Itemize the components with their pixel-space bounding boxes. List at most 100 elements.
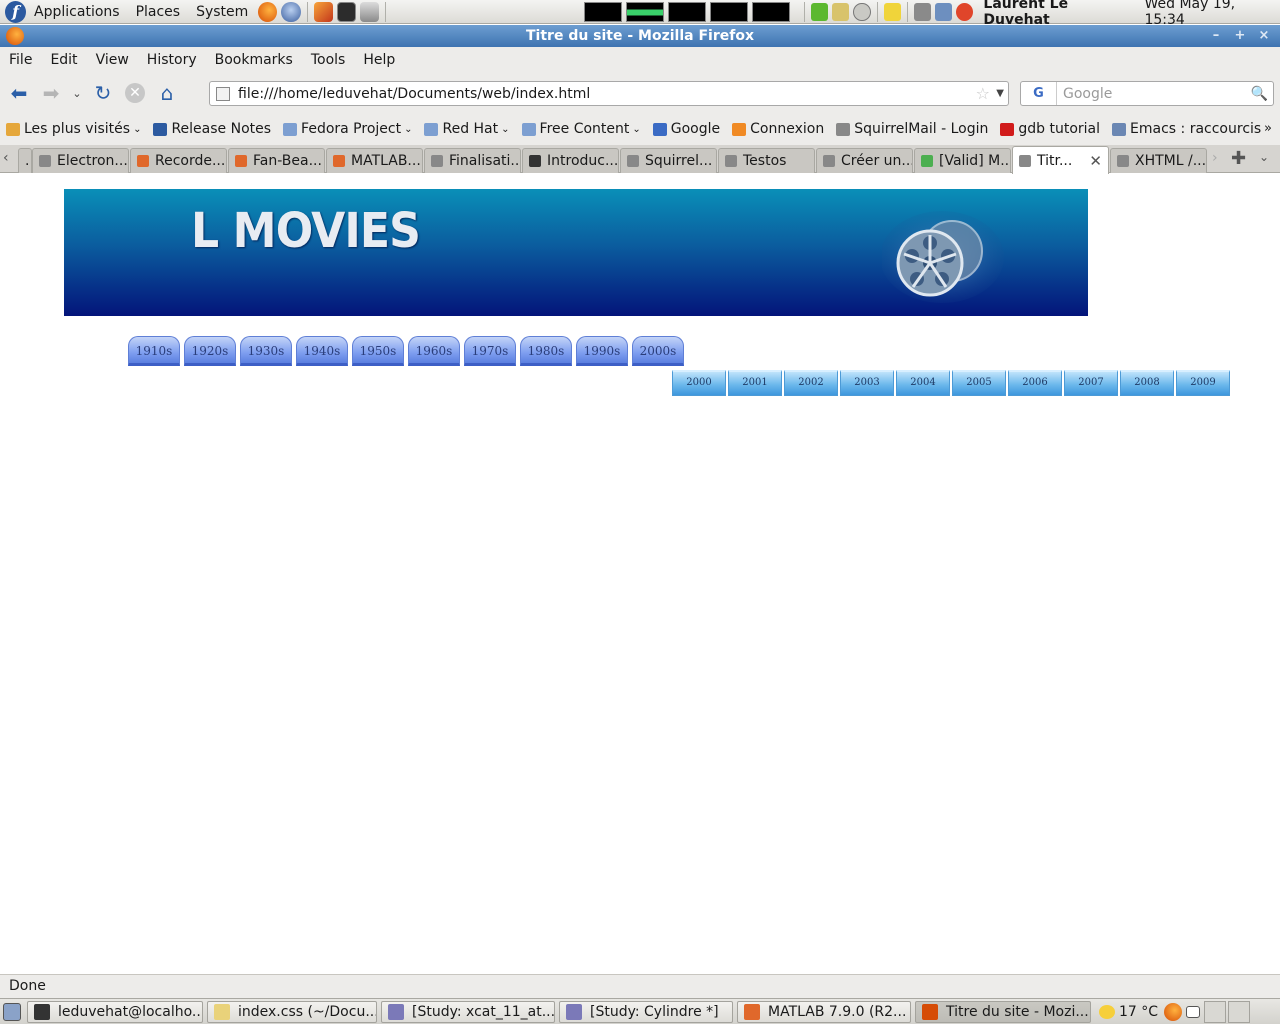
window-titlebar[interactable]: Titre du site - Mozilla Firefox – + × [0, 25, 1280, 47]
weather-applet[interactable]: 17 °C [1099, 1004, 1158, 1020]
tab-list-icon[interactable]: ⌄ [1259, 150, 1269, 164]
terminal-launcher-icon[interactable] [336, 1, 356, 22]
year-tab[interactable]: 2009 [1176, 370, 1230, 396]
url-text[interactable]: file:///home/leduvehat/Documents/web/ind… [238, 86, 590, 102]
taskbar-item[interactable]: index.css (~/Docu... [207, 1000, 377, 1023]
tab[interactable]: Testos [718, 148, 815, 173]
workspace-1[interactable] [1204, 1000, 1227, 1023]
search-icon[interactable]: 🔍 [1251, 86, 1268, 102]
taskbar-item[interactable]: leduvehat@localho... [27, 1000, 203, 1023]
window-tray-icon[interactable] [1186, 1005, 1201, 1018]
taskbar-item[interactable]: [Study: Cylindre *] [559, 1000, 733, 1023]
run-icon[interactable] [810, 2, 829, 21]
decade-tab[interactable]: 1930s [240, 336, 292, 366]
new-tab-icon[interactable]: ✚ [1231, 148, 1246, 169]
lock-icon[interactable] [832, 2, 850, 21]
reload-button[interactable]: ↻ [90, 80, 116, 106]
tab[interactable]: MATLAB... [326, 148, 423, 173]
bookmark-item[interactable]: SquirrelMail - Login [830, 121, 994, 137]
year-tab[interactable]: 2004 [896, 370, 950, 396]
tab[interactable]: Squirrel... [620, 148, 717, 173]
menu-history[interactable]: History [138, 52, 206, 68]
user-name[interactable]: Laurent Le Duvehat [983, 0, 1132, 28]
tab[interactable]: Finalisati... [424, 148, 521, 173]
menu-file[interactable]: File [0, 52, 41, 68]
tab-scroll-left-icon[interactable]: ‹ [3, 150, 9, 166]
tab[interactable]: Créer un... [816, 148, 913, 173]
site-identity-icon[interactable] [216, 86, 230, 101]
notes-icon[interactable] [883, 2, 901, 21]
year-tab[interactable]: 2006 [1008, 370, 1062, 396]
tab[interactable]: Titr... ✕ [1012, 146, 1109, 174]
screenshot-launcher-icon[interactable] [359, 1, 379, 22]
menu-help[interactable]: Help [354, 52, 404, 68]
volume-muted-icon[interactable] [913, 2, 931, 21]
bookmarks-more-button[interactable]: » [1264, 121, 1272, 136]
bookmark-item[interactable]: Connexion [726, 121, 830, 137]
tab-scroll-right-icon[interactable]: › [1212, 150, 1218, 166]
tab[interactable]: XHTML /... [1110, 148, 1207, 173]
system-menu[interactable]: System [188, 0, 256, 24]
thunderbird-launcher-icon[interactable] [281, 1, 301, 22]
decade-tab[interactable]: 1990s [576, 336, 628, 366]
decade-tab[interactable]: 1980s [520, 336, 572, 366]
home-button[interactable]: ⌂ [154, 80, 180, 106]
decade-tab[interactable]: 1970s [464, 336, 516, 366]
applications-menu[interactable]: Applications [26, 0, 128, 24]
bookmark-item[interactable]: Google [647, 121, 726, 137]
menu-edit[interactable]: Edit [41, 52, 86, 68]
taskbar-item[interactable]: [Study: xcat_11_at... [381, 1000, 555, 1023]
bookmark-item[interactable]: Red Hat ⌄ [418, 121, 515, 137]
bookmark-item[interactable]: Les plus visités ⌄ [0, 121, 147, 137]
close-window-button[interactable]: × [1254, 27, 1274, 45]
bookmark-item[interactable]: gdb tutorial [994, 121, 1106, 137]
menu-bookmarks[interactable]: Bookmarks [206, 52, 302, 68]
taskbar-item[interactable]: MATLAB 7.9.0 (R2... [737, 1000, 911, 1023]
search-bar[interactable]: G Google 🔍 [1020, 81, 1274, 106]
clock[interactable]: Wed May 19, 15:34 [1144, 0, 1274, 28]
decade-tab[interactable]: 1950s [352, 336, 404, 366]
minimize-button[interactable]: – [1206, 27, 1226, 45]
firefox-launcher-icon[interactable] [258, 1, 278, 22]
decade-tab[interactable]: 1920s [184, 336, 236, 366]
year-tab[interactable]: 2002 [784, 370, 838, 396]
decade-tab[interactable]: 2000s [632, 336, 684, 366]
year-tab[interactable]: 2008 [1120, 370, 1174, 396]
tab[interactable]: Introduc... [522, 148, 619, 173]
search-engine-icon[interactable]: G [1021, 82, 1057, 105]
workspace-2[interactable] [1228, 1000, 1251, 1023]
tab[interactable]: ... [18, 148, 32, 173]
decade-tab[interactable]: 1960s [408, 336, 460, 366]
url-bar[interactable]: file:///home/leduvehat/Documents/web/ind… [209, 81, 1009, 106]
network-status-icon[interactable] [934, 2, 953, 21]
tab[interactable]: Fan-Bea... [228, 148, 325, 173]
maximize-button[interactable]: + [1230, 27, 1250, 45]
update-alert-icon[interactable] [956, 2, 974, 21]
fedora-logo-icon[interactable]: f [5, 0, 27, 23]
power-icon[interactable] [853, 2, 871, 21]
year-tab[interactable]: 2007 [1064, 370, 1118, 396]
tab[interactable]: Electron... [32, 148, 129, 173]
forward-button[interactable]: ➡ [38, 80, 64, 106]
search-input[interactable]: Google [1063, 86, 1112, 102]
bookmark-item[interactable]: Emacs : raccourcis [1106, 121, 1267, 137]
menu-tools[interactable]: Tools [302, 52, 355, 68]
firefox-icon[interactable] [6, 27, 24, 45]
taskbar-item[interactable]: Titre du site - Mozi... [915, 1000, 1091, 1023]
url-dropdown-icon[interactable]: ▼ [996, 88, 1004, 99]
bookmark-item[interactable]: Free Content ⌄ [516, 121, 647, 137]
show-desktop-icon[interactable] [3, 1002, 21, 1021]
tab[interactable]: [Valid] M... [914, 148, 1011, 173]
decade-tab[interactable]: 1910s [128, 336, 180, 366]
bookmark-item[interactable]: Fedora Project ⌄ [277, 121, 418, 137]
back-button[interactable]: ⬅ [6, 80, 32, 106]
bookmark-item[interactable]: Release Notes [147, 121, 277, 137]
tab[interactable]: Recorde... [130, 148, 227, 173]
year-tab[interactable]: 2005 [952, 370, 1006, 396]
year-tab[interactable]: 2000 [672, 370, 726, 396]
matlab-launcher-icon[interactable] [313, 1, 333, 22]
bookmark-star-icon[interactable]: ☆ [976, 84, 990, 103]
close-tab-icon[interactable]: ✕ [1089, 152, 1102, 170]
stop-button[interactable]: ✕ [122, 80, 148, 106]
history-dropdown-icon[interactable]: ⌄ [70, 80, 84, 106]
